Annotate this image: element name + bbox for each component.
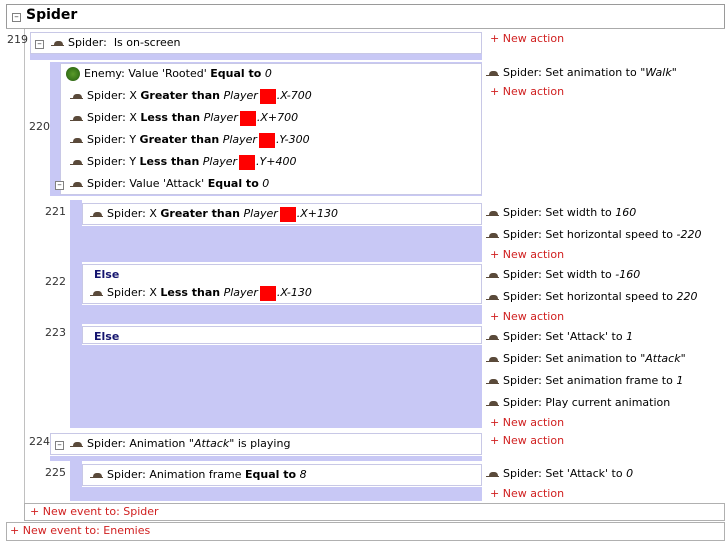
spider-icon <box>70 93 83 100</box>
player-color-swatch <box>258 132 275 148</box>
event-225-action-1[interactable]: Spider: Set 'Attack' to 0 <box>486 463 633 485</box>
event-221-action-2[interactable]: Spider: Set horizontal speed to -220 <box>486 224 701 246</box>
event-220-condition-1[interactable]: Enemy: Value 'Rooted' Equal to 0 <box>66 63 272 85</box>
event-220-action-1[interactable]: Spider: Set animation to "Walk" <box>486 62 677 84</box>
new-action-223[interactable]: + New action <box>490 413 564 433</box>
event-223-action-3[interactable]: Spider: Set animation frame to 1 <box>486 370 683 392</box>
new-event-spider-link[interactable]: + New event to: Spider <box>30 502 159 522</box>
event-225-condition[interactable]: Spider: Animation frame Equal to 8 <box>90 464 307 486</box>
event-number-225: 225 <box>45 466 66 479</box>
event-223-action-2[interactable]: Spider: Set animation to "Attack" <box>486 348 686 370</box>
new-action-225[interactable]: + New action <box>490 484 564 504</box>
event-number-223: 223 <box>45 326 66 339</box>
event-219-body <box>30 54 482 60</box>
event-222-condition[interactable]: Spider: X Less than Player .X-130 <box>90 282 312 304</box>
event-225-body <box>82 487 482 501</box>
event-number-219: 219 <box>7 33 28 46</box>
spider-icon <box>70 181 83 188</box>
event-223-else: Else <box>94 330 120 343</box>
spider-icon <box>486 272 499 279</box>
group-title: Spider <box>26 7 78 23</box>
spider-icon <box>70 159 83 166</box>
event-220-condition-3[interactable]: Spider: X Less than Player .X+700 <box>70 107 298 129</box>
collapse-event-219[interactable]: – <box>35 40 44 49</box>
event-number-222: 222 <box>45 275 66 288</box>
event-number-224: 224 <box>29 435 50 448</box>
spider-icon <box>486 471 499 478</box>
spider-icon <box>486 378 499 385</box>
player-color-swatch <box>259 285 276 301</box>
event-224-body <box>50 456 482 461</box>
group-divider <box>6 28 725 29</box>
event-223-action-1[interactable]: Spider: Set 'Attack' to 1 <box>486 326 633 348</box>
spider-icon <box>486 400 499 407</box>
event-223-condition-block[interactable] <box>82 326 482 344</box>
event-number-220: 220 <box>29 120 50 133</box>
event-222-action-1[interactable]: Spider: Set width to -160 <box>486 264 640 286</box>
player-color-swatch <box>239 154 256 170</box>
sub-events-strip <box>70 200 82 428</box>
sub-events-strip-224 <box>70 461 82 501</box>
event-221-body <box>82 226 482 262</box>
event-222-action-2[interactable]: Spider: Set horizontal speed to 220 <box>486 286 698 308</box>
spider-icon <box>90 290 103 297</box>
spider-icon <box>90 211 103 218</box>
new-action-222[interactable]: + New action <box>490 307 564 327</box>
new-action-220[interactable]: + New action <box>490 82 564 102</box>
new-event-enemies-link[interactable]: + New event to: Enemies <box>10 521 150 541</box>
collapse-event-220[interactable]: – <box>55 181 64 190</box>
event-number-221: 221 <box>45 205 66 218</box>
group-header <box>6 4 725 28</box>
collapse-group-button[interactable]: – <box>12 13 21 22</box>
new-action-221[interactable]: + New action <box>490 245 564 265</box>
spider-icon <box>486 210 499 217</box>
spider-icon <box>90 472 103 479</box>
player-color-swatch <box>259 88 276 104</box>
collapse-event-224[interactable]: – <box>55 441 64 450</box>
spider-icon <box>486 294 499 301</box>
spider-icon <box>70 137 83 144</box>
event-220-condition-5[interactable]: Spider: Y Less than Player .Y+400 <box>70 151 296 173</box>
player-color-swatch <box>239 110 256 126</box>
event-220-condition-6[interactable]: Spider: Value 'Attack' Equal to 0 <box>70 173 269 195</box>
bug-icon <box>66 67 80 81</box>
player-color-swatch <box>279 206 296 222</box>
spider-icon <box>486 70 499 77</box>
event-219-condition[interactable]: Spider: Is on-screen <box>51 32 181 54</box>
spider-icon <box>70 115 83 122</box>
new-action-219[interactable]: + New action <box>490 29 564 49</box>
new-action-224[interactable]: + New action <box>490 431 564 451</box>
event-221-action-1[interactable]: Spider: Set width to 160 <box>486 202 636 224</box>
event-220-condition-4[interactable]: Spider: Y Greater than Player .Y-300 <box>70 129 310 151</box>
event-222-else: Else <box>94 268 120 281</box>
event-220-condition-2[interactable]: Spider: X Greater than Player .X-700 <box>70 85 312 107</box>
spider-icon <box>486 356 499 363</box>
event-221-condition[interactable]: Spider: X Greater than Player .X+130 <box>90 203 338 225</box>
event-224-condition[interactable]: Spider: Animation "Attack" is playing <box>70 433 290 455</box>
event-223-body <box>82 345 482 428</box>
spider-icon <box>51 40 64 47</box>
spider-icon <box>486 232 499 239</box>
spider-icon <box>486 334 499 341</box>
event-222-body <box>82 305 482 324</box>
spider-icon <box>70 441 83 448</box>
event-223-action-4[interactable]: Spider: Play current animation <box>486 392 670 414</box>
